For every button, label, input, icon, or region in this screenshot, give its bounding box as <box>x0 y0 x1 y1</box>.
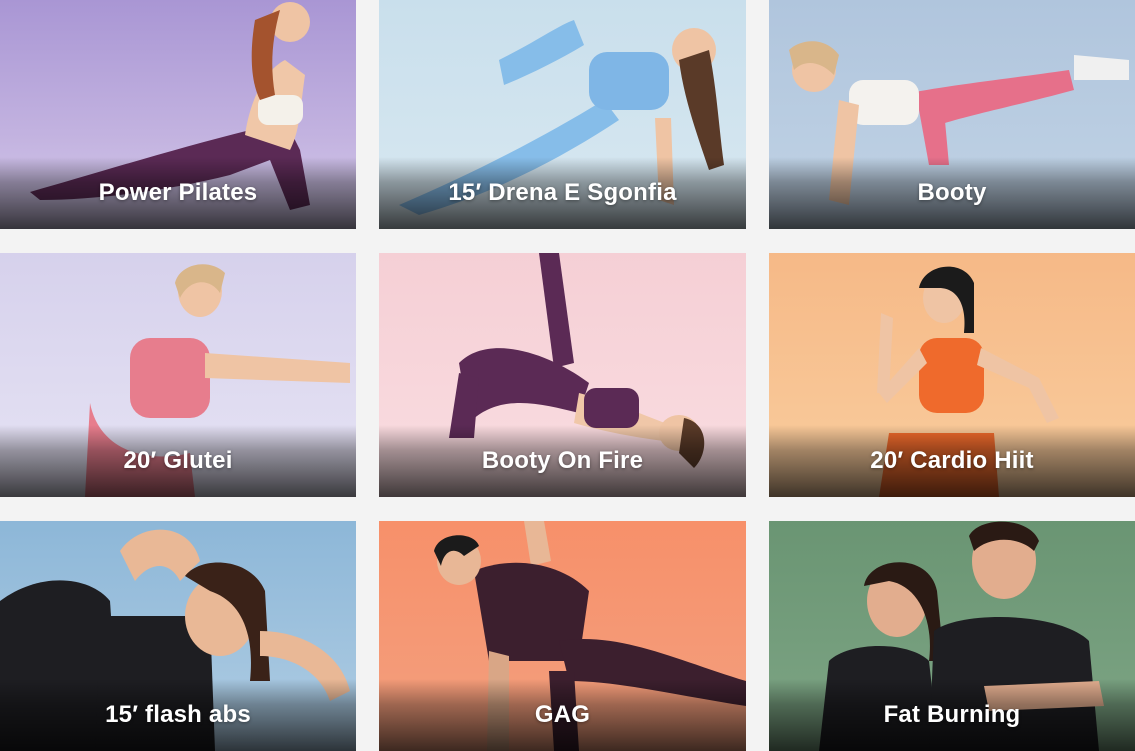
workout-card-booty[interactable]: Booty <box>769 0 1135 229</box>
workout-card-20-glutei[interactable]: 20′ Glutei <box>0 253 356 497</box>
workout-card-gag[interactable]: GAG <box>379 521 746 751</box>
workout-title: Fat Burning <box>883 701 1021 728</box>
workout-title: Booty <box>917 179 987 206</box>
workout-title: 20′ Cardio Hiit <box>870 447 1034 474</box>
workout-card-15-flash-abs[interactable]: 15′ flash abs <box>0 521 356 751</box>
workout-title: Booty On Fire <box>481 447 644 474</box>
workout-card-fat-burning[interactable]: Fat Burning <box>769 521 1135 751</box>
workout-title: Power Pilates <box>98 179 258 206</box>
workout-card-power-pilates[interactable]: Power Pilates <box>0 0 356 229</box>
workout-title: 15′ flash abs <box>105 701 251 728</box>
workout-card-drena-e-sgonfia[interactable]: 15′ Drena E Sgonfia <box>379 0 746 229</box>
workout-title: 15′ Drena E Sgonfia <box>448 179 677 206</box>
workout-card-20-cardio-hiit[interactable]: 20′ Cardio Hiit <box>769 253 1135 497</box>
workout-title: GAG <box>534 701 591 728</box>
workout-title: 20′ Glutei <box>123 447 233 474</box>
workout-card-booty-on-fire[interactable]: Booty On Fire <box>379 253 746 497</box>
